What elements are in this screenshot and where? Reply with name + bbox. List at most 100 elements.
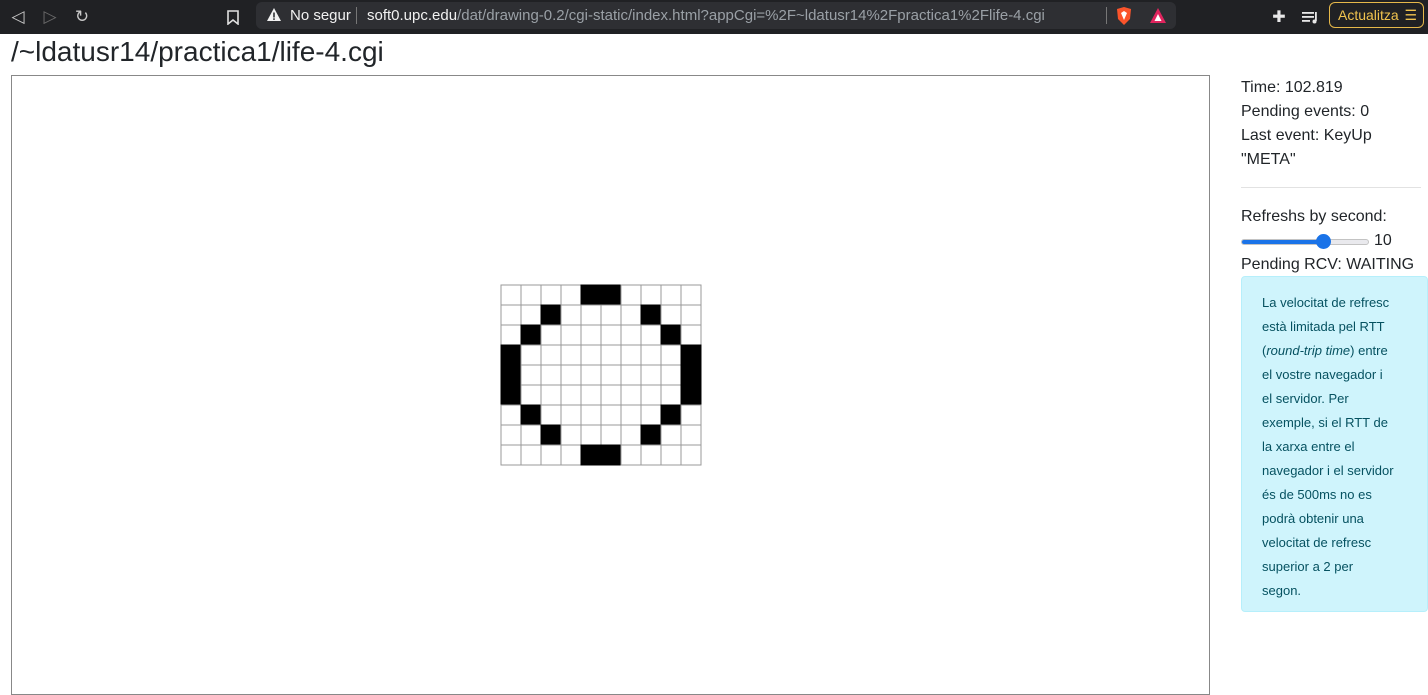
refresh-slider[interactable] bbox=[1241, 239, 1369, 245]
dead-cell bbox=[660, 384, 682, 406]
divider bbox=[356, 7, 357, 24]
dead-cell bbox=[620, 384, 642, 406]
dead-cell bbox=[580, 344, 602, 366]
back-icon[interactable]: ◁ bbox=[7, 6, 29, 28]
dead-cell bbox=[580, 364, 602, 386]
dead-cell bbox=[520, 384, 542, 406]
dead-cell bbox=[600, 384, 622, 406]
divider bbox=[1241, 187, 1421, 188]
life-grid bbox=[500, 284, 702, 466]
dead-cell bbox=[540, 324, 562, 346]
refresh-slider-thumb[interactable] bbox=[1316, 234, 1332, 249]
menu-icon: ☰ bbox=[1404, 7, 1417, 23]
info-line: (round-trip time) entre bbox=[1262, 343, 1388, 358]
dead-cell bbox=[540, 344, 562, 366]
dead-cell bbox=[600, 344, 622, 366]
browser-toolbar: ◁ ▷ ↻ No segur soft0.upc.edu/dat/drawing… bbox=[0, 0, 1428, 34]
dead-cell bbox=[640, 404, 662, 426]
pending-rcv: Pending RCV: WAITING bbox=[1241, 256, 1415, 273]
dead-cell bbox=[600, 364, 622, 386]
update-button-label: Actualitza bbox=[1338, 7, 1399, 23]
dead-cell bbox=[660, 344, 682, 366]
info-line: la xarxa entre el bbox=[1262, 439, 1355, 454]
dead-cell bbox=[660, 304, 682, 326]
url-path: /dat/drawing-0.2/cgi-static/index.html?a… bbox=[457, 7, 1045, 24]
refresh-value: 10 bbox=[1374, 232, 1392, 249]
dead-cell bbox=[640, 324, 662, 346]
not-secure-label[interactable]: No segur bbox=[290, 7, 351, 24]
dead-cell bbox=[580, 324, 602, 346]
dead-cell bbox=[640, 444, 662, 466]
url-host: soft0.upc.edu bbox=[367, 7, 458, 24]
reload-icon[interactable]: ↻ bbox=[71, 6, 93, 28]
dead-cell bbox=[500, 304, 522, 326]
extensions-icon[interactable]: ✚ bbox=[1268, 6, 1290, 28]
dead-cell bbox=[620, 344, 642, 366]
warning-icon bbox=[267, 8, 281, 21]
dead-cell bbox=[600, 404, 622, 426]
info-line: superior a 2 per bbox=[1262, 559, 1354, 574]
dead-cell bbox=[620, 364, 642, 386]
alive-cell bbox=[580, 444, 602, 466]
dead-cell bbox=[540, 364, 562, 386]
dead-cell bbox=[600, 304, 622, 326]
forward-icon[interactable]: ▷ bbox=[39, 6, 61, 28]
info-line: podrà obtenir una bbox=[1262, 511, 1364, 526]
brave-rewards-icon[interactable] bbox=[1149, 7, 1167, 24]
alive-cell bbox=[540, 304, 562, 326]
dead-cell bbox=[520, 284, 542, 306]
dead-cell bbox=[520, 424, 542, 446]
refresh-slider-fill bbox=[1242, 240, 1326, 244]
dead-cell bbox=[580, 304, 602, 326]
dead-cell bbox=[500, 284, 522, 306]
url-text[interactable]: soft0.upc.edu/dat/drawing-0.2/cgi-static… bbox=[367, 7, 1045, 24]
info-alert: La velocitat de refresc està limitada pe… bbox=[1241, 276, 1428, 612]
alive-cell bbox=[500, 344, 522, 366]
dead-cell bbox=[520, 304, 542, 326]
dead-cell bbox=[560, 304, 582, 326]
dead-cell bbox=[680, 324, 702, 346]
dead-cell bbox=[620, 404, 642, 426]
dead-cell bbox=[520, 344, 542, 366]
dead-cell bbox=[540, 404, 562, 426]
dead-cell bbox=[620, 304, 642, 326]
dead-cell bbox=[680, 404, 702, 426]
info-line: La velocitat de refresc bbox=[1262, 295, 1390, 310]
dead-cell bbox=[680, 304, 702, 326]
dead-cell bbox=[560, 444, 582, 466]
refresh-label: Refreshs by second: bbox=[1241, 208, 1387, 225]
dead-cell bbox=[660, 364, 682, 386]
divider bbox=[1106, 7, 1107, 24]
dead-cell bbox=[560, 424, 582, 446]
brave-shields-icon[interactable] bbox=[1115, 6, 1133, 26]
dead-cell bbox=[600, 324, 622, 346]
dead-cell bbox=[680, 424, 702, 446]
info-line: el servidor. Per bbox=[1262, 391, 1349, 406]
alive-cell bbox=[500, 384, 522, 406]
alive-cell bbox=[680, 364, 702, 386]
pending-events: Pending events: 0 bbox=[1241, 103, 1370, 120]
media-queue-icon[interactable] bbox=[1299, 6, 1321, 28]
dead-cell bbox=[640, 344, 662, 366]
alive-cell bbox=[660, 404, 682, 426]
address-bar[interactable]: No segur soft0.upc.edu/dat/drawing-0.2/c… bbox=[256, 2, 1176, 29]
info-line: velocitat de refresc bbox=[1262, 535, 1372, 550]
update-button[interactable]: Actualitza ☰ bbox=[1329, 2, 1424, 28]
dead-cell bbox=[560, 284, 582, 306]
bookmark-icon[interactable] bbox=[222, 6, 244, 28]
alive-cell bbox=[500, 364, 522, 386]
last-event-key: "META" bbox=[1241, 151, 1296, 168]
status-sidebar: Time: 102.819 Pending events: 0 Last eve… bbox=[1241, 76, 1428, 612]
alive-cell bbox=[520, 324, 542, 346]
dead-cell bbox=[560, 324, 582, 346]
dead-cell bbox=[520, 444, 542, 466]
alive-cell bbox=[600, 284, 622, 306]
dead-cell bbox=[560, 404, 582, 426]
dead-cell bbox=[620, 284, 642, 306]
dead-cell bbox=[580, 384, 602, 406]
alive-cell bbox=[660, 324, 682, 346]
dead-cell bbox=[680, 444, 702, 466]
alive-cell bbox=[680, 344, 702, 366]
alive-cell bbox=[680, 384, 702, 406]
dead-cell bbox=[580, 424, 602, 446]
